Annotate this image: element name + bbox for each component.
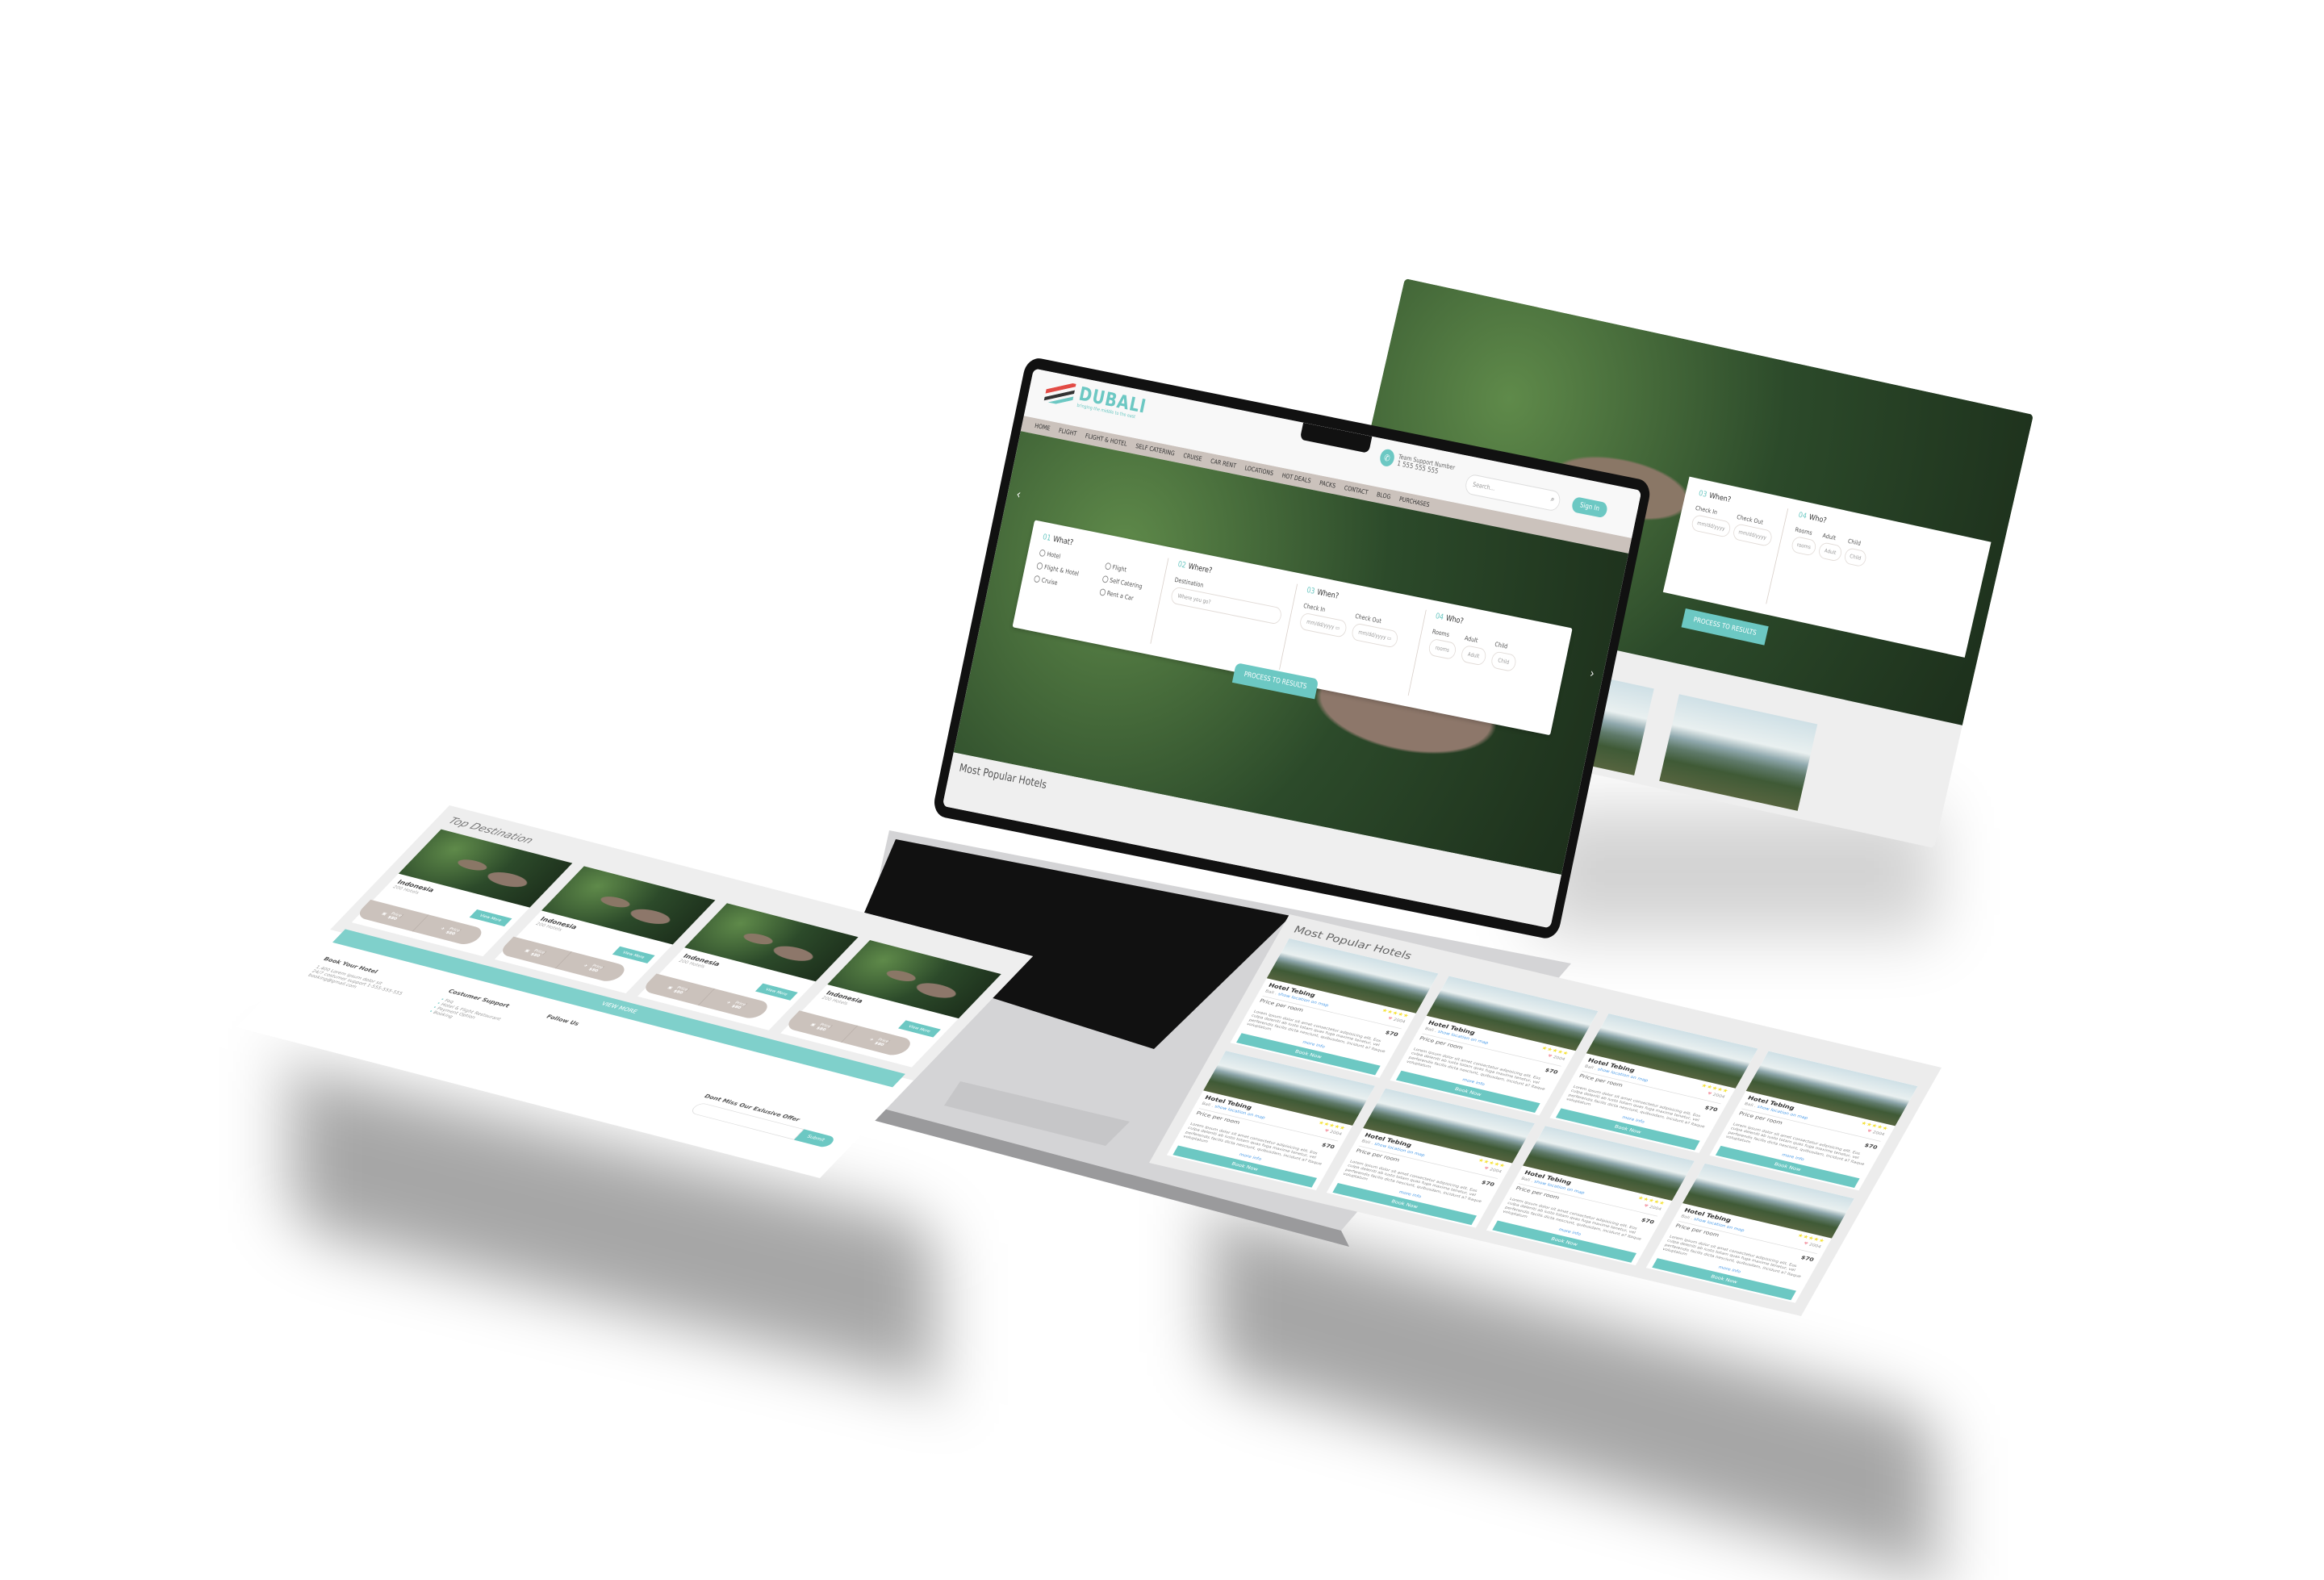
radio-option[interactable]: Rent a Car <box>1099 588 1151 605</box>
newsletter: Dont Miss Our Exlusive Offer Submit <box>688 1093 845 1149</box>
nav-item-purchases[interactable]: PURCHASES <box>1398 495 1430 509</box>
adult-input[interactable]: Adult <box>1460 644 1488 667</box>
flight-price-text: Price $80 <box>730 1000 748 1010</box>
rooms-input[interactable]: rooms <box>1427 637 1457 661</box>
child-input[interactable]: Child <box>1490 650 1518 672</box>
hotel-icon: ▣ <box>380 911 388 917</box>
radio-option[interactable]: Cruise <box>1034 575 1085 592</box>
hotel-price-text: Price $80 <box>815 1022 833 1032</box>
what-section: 01What? Hotel Flight Flight & Hotel Self Ca… <box>1026 533 1169 644</box>
submit-button[interactable]: Submit <box>793 1129 838 1149</box>
support-phone: ✆ Team Support Number 1 555 555 555 <box>1378 448 1456 479</box>
carousel-prev-icon[interactable]: ‹ <box>1015 487 1022 502</box>
hotel-price-text: Price $80 <box>529 948 547 958</box>
nav-item-blog[interactable]: BLOG <box>1376 491 1391 501</box>
hotel-price-text: Price $80 <box>387 911 404 922</box>
carousel-next-icon[interactable]: › <box>1589 666 1596 681</box>
sign-in-button[interactable]: Sign In <box>1570 495 1609 519</box>
nav-item-home[interactable]: HOME <box>1034 422 1051 433</box>
plane-icon: ✈ <box>725 1000 733 1005</box>
nav-item-contact[interactable]: CONTACT <box>1344 484 1369 496</box>
plane-icon: ✈ <box>439 926 446 931</box>
who-section: 04Who? Rooms rooms Adult Adult Child Child <box>1419 612 1532 717</box>
hotel-icon: ▣ <box>809 1022 817 1027</box>
nav-item-locations[interactable]: LOCATIONS <box>1244 464 1274 478</box>
flight-price: ✈ Price $80 <box>413 915 487 947</box>
plane-icon: ✈ <box>582 963 589 968</box>
plane-icon: ✈ <box>867 1037 876 1043</box>
hotel-icon: ▣ <box>523 948 531 953</box>
search-icon[interactable]: ⌕ <box>1550 495 1556 504</box>
nav-item-car-rent[interactable]: CAR RENT <box>1210 458 1236 470</box>
logo-mark <box>1043 378 1076 407</box>
where-section: 02Where? Destination Where you go? <box>1160 560 1298 670</box>
search-input[interactable]: Search... ⌕ <box>1464 473 1562 512</box>
hotel-icon: ▣ <box>667 985 675 990</box>
flight-price-text: Price $80 <box>873 1037 891 1047</box>
logo[interactable]: DUBALI bringing the middle to the east <box>1043 378 1148 421</box>
calendar-icon[interactable]: ▭ <box>1335 625 1340 632</box>
search-placeholder: Search... <box>1472 480 1496 492</box>
footer-support: Costumer SupportFaqHotel & Flight Restau… <box>378 989 514 1081</box>
phone-icon: ✆ <box>1378 448 1396 468</box>
flight-price: ✈ Price $80 <box>842 1026 916 1057</box>
flight-price: ✈ Price $80 <box>556 951 630 983</box>
flight-price-text: Price $80 <box>445 926 462 936</box>
nav-item-packs[interactable]: PACKS <box>1319 479 1336 490</box>
flight-price-text: Price $80 <box>587 963 605 973</box>
nav-item-flight[interactable]: FLIGHT <box>1058 427 1077 438</box>
nav-item-cruise[interactable]: CRUISE <box>1182 452 1203 463</box>
nav-item-hot-deals[interactable]: HOT DEALS <box>1281 472 1311 486</box>
calendar-icon[interactable]: ▭ <box>1386 635 1392 642</box>
hotel-price-text: Price $80 <box>672 985 690 995</box>
flight-price: ✈ Price $80 <box>699 989 773 1020</box>
